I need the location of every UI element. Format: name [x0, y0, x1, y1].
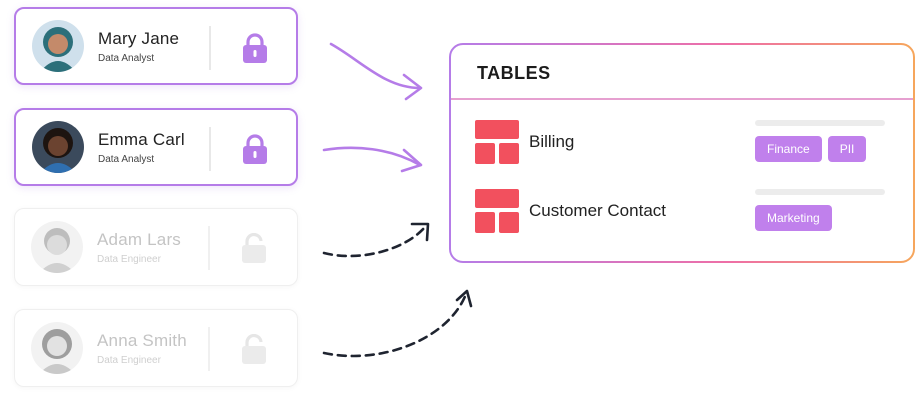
tag[interactable]: Marketing	[755, 205, 832, 231]
tag-list: Finance PII	[755, 136, 867, 162]
placeholder-bar	[755, 120, 885, 126]
table-name: Billing	[529, 132, 575, 151]
tag[interactable]: PII	[827, 136, 867, 162]
table-row-billing[interactable]: Billing Finance PII	[475, 120, 905, 166]
arrow-icon	[322, 292, 468, 358]
arrow-icon	[322, 225, 427, 258]
tag[interactable]: Finance	[755, 136, 822, 162]
table-icon	[475, 189, 519, 233]
placeholder-bar	[755, 189, 885, 195]
table-name: Customer Contact	[529, 201, 666, 220]
arrow-icon	[329, 42, 422, 90]
panel-divider	[451, 98, 913, 100]
tag-list: Marketing	[755, 205, 832, 231]
table-icon	[475, 120, 519, 164]
table-row-customer-contact[interactable]: Customer Contact Marketing	[475, 189, 905, 235]
panel-title: TABLES	[477, 63, 551, 83]
tables-panel: TABLES Billing Finance PII Customer Cont…	[449, 43, 915, 263]
